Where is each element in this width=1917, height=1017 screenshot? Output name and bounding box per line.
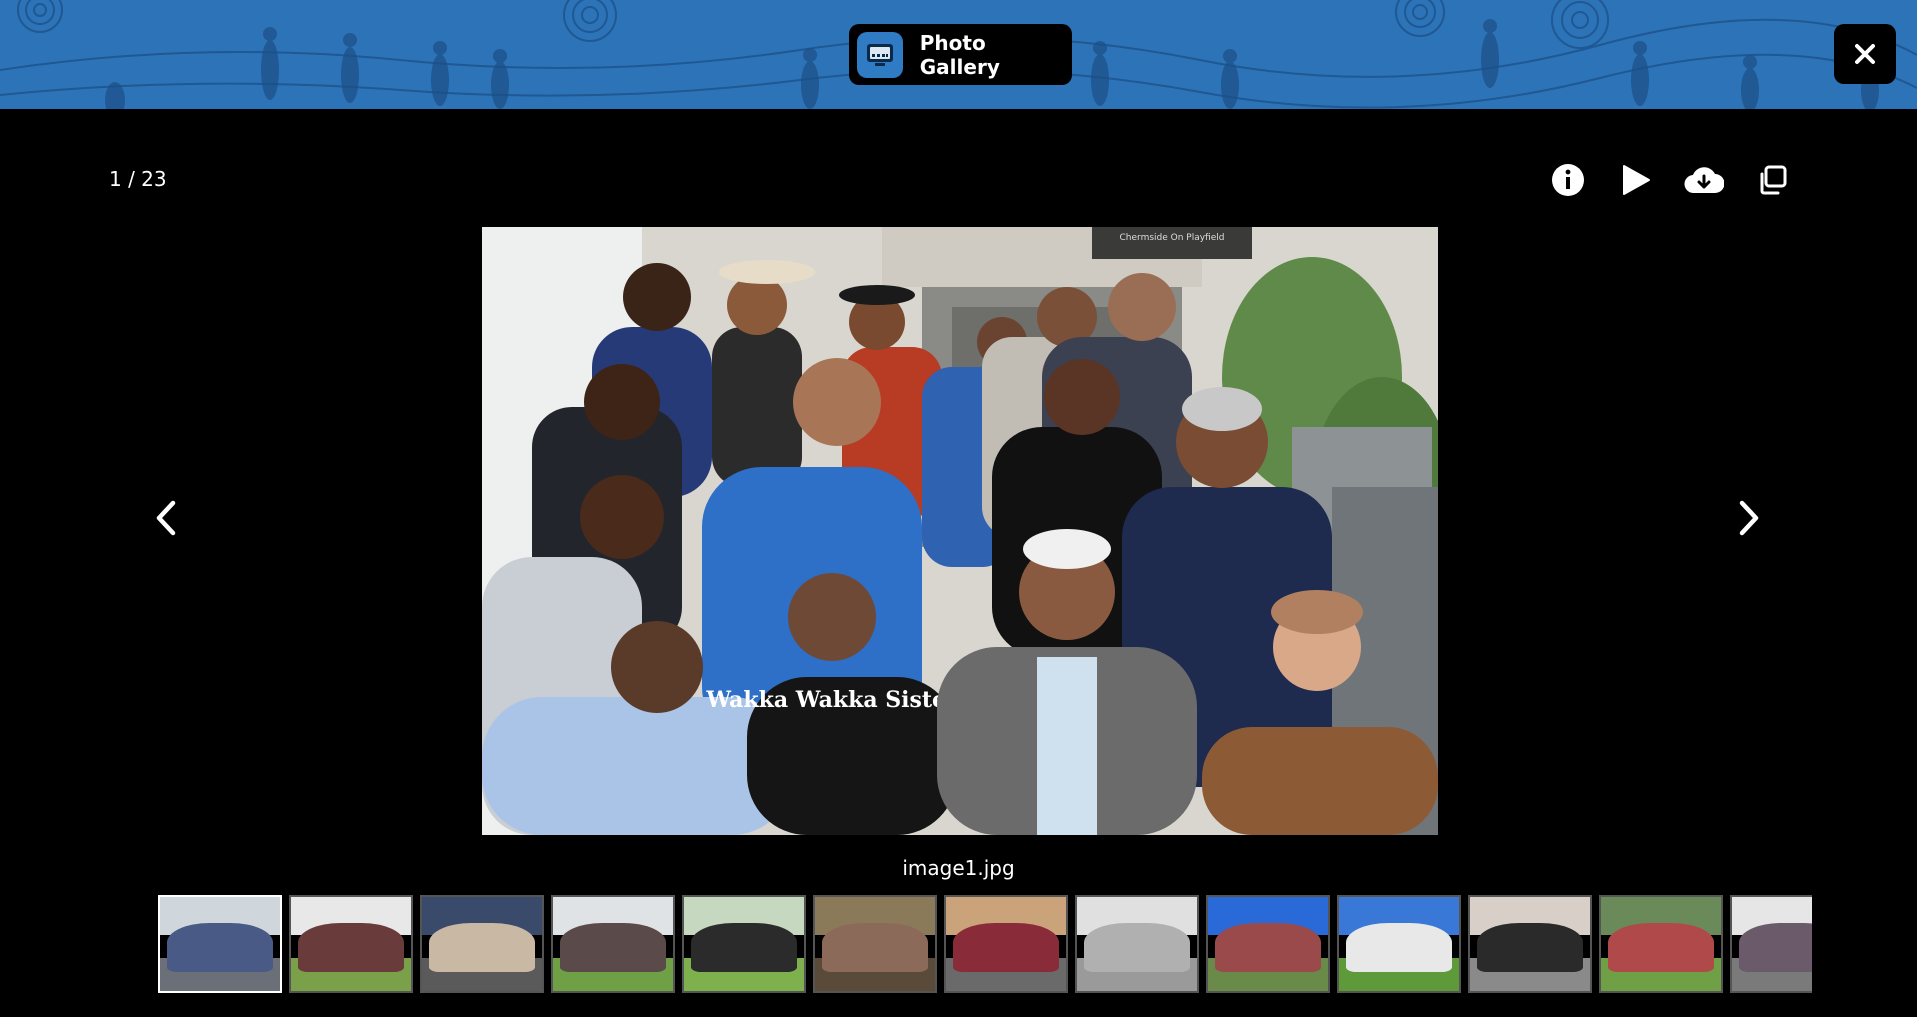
thumbnail-subject [1739,923,1812,973]
thumbnail-subject [298,923,404,973]
thumbnail-subject [560,923,666,973]
thumbnail-subject [1215,923,1321,973]
image-counter: 1 / 23 [109,167,167,191]
thumbnail-4[interactable] [551,895,675,993]
thumbnail-5[interactable] [682,895,806,993]
thumbnail-subject [1346,923,1452,973]
main-photo: Chermside On Playfield Wakka Wakka Siste… [482,227,1438,835]
previous-image-button[interactable] [140,492,192,544]
shirt-print: Wakka Wakka Sister [705,687,958,713]
thumbnail-11[interactable] [1468,895,1592,993]
thumbnail-3[interactable] [420,895,544,993]
cloud-download-icon [1684,167,1724,194]
thumbnail-2[interactable] [289,895,413,993]
thumbnail-7[interactable] [944,895,1068,993]
chevron-right-icon [1739,500,1759,536]
play-icon [1623,165,1650,195]
building-sign: Chermside On Playfield [1120,233,1225,243]
slideshow-play-button[interactable] [1614,158,1658,202]
thumbnail-9[interactable] [1206,895,1330,993]
info-button[interactable] [1546,158,1590,202]
close-button[interactable] [1834,24,1896,84]
next-image-button[interactable] [1723,492,1775,544]
thumbnail-subject [429,923,535,973]
copy-icon [1760,165,1787,195]
gallery-title-pill: Photo Gallery [849,24,1072,85]
thumbnail-subject [1084,923,1190,973]
thumbnail-1[interactable] [158,895,282,993]
thumbnail-6[interactable] [813,895,937,993]
thumbnail-subject [822,923,928,973]
thumbnail-subject [167,923,273,973]
thumbnail-12[interactable] [1599,895,1723,993]
info-icon [1552,164,1584,196]
download-button[interactable] [1682,158,1726,202]
page-title: Photo Gallery [919,30,1000,79]
chevron-left-icon [156,500,176,536]
thumbnail-subject [691,923,797,973]
group-photo-image: Chermside On Playfield Wakka Wakka Siste… [482,227,1438,835]
thumbnail-10[interactable] [1337,895,1461,993]
thumbnail-subject [1477,923,1583,973]
close-icon [1855,44,1875,64]
thumbnail-strip[interactable] [158,893,1812,995]
thumbnail-13[interactable] [1730,895,1812,993]
thumbnail-subject [1608,923,1714,973]
copy-button[interactable] [1750,158,1794,202]
gallery-device-icon [857,31,903,78]
thumbnail-subject [953,923,1059,973]
thumbnail-8[interactable] [1075,895,1199,993]
image-caption: image1.jpg [902,856,1015,880]
